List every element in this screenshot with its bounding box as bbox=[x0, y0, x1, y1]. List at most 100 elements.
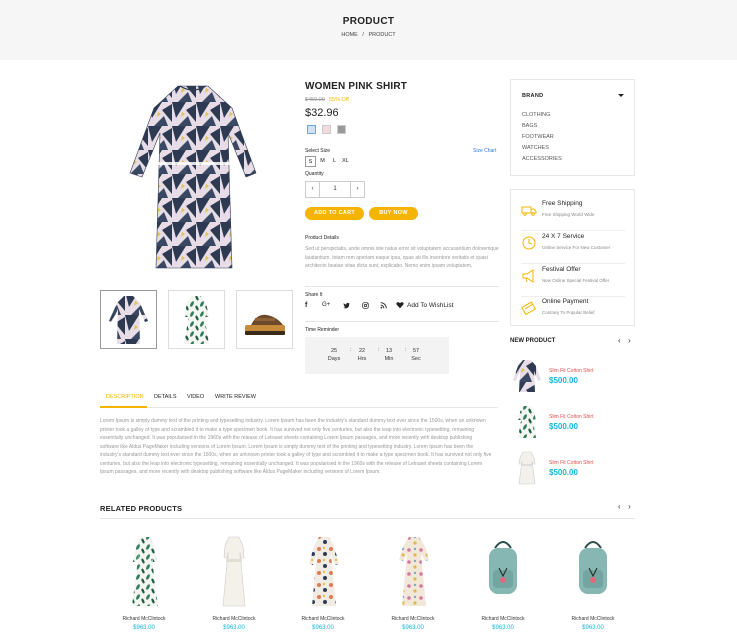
new-product-price-2: $500.00 bbox=[549, 422, 578, 431]
quantity-label: Quantity bbox=[305, 171, 324, 177]
countdown-days: 25 Days bbox=[327, 348, 341, 362]
tab-description[interactable]: DESCRIPTION bbox=[106, 394, 144, 400]
divider bbox=[305, 321, 499, 322]
related-product-name-2[interactable]: Richard McClintock bbox=[194, 616, 274, 622]
chevron-right-icon[interactable]: › bbox=[628, 502, 631, 511]
service-free-shipping: Free Shipping Free Shipping World Wide bbox=[521, 198, 625, 231]
quantity-decrease-icon[interactable]: ‹ bbox=[306, 182, 320, 197]
twitter-icon[interactable] bbox=[343, 302, 350, 311]
payment-card-icon bbox=[521, 301, 537, 316]
add-to-wishlist-link[interactable]: Add To WishList bbox=[407, 302, 453, 309]
support-clock-icon bbox=[522, 236, 536, 250]
product-price: $32.96 bbox=[305, 107, 339, 119]
thumbnail-2[interactable] bbox=[168, 290, 225, 349]
related-product-image-5[interactable] bbox=[483, 534, 523, 610]
truck-icon bbox=[521, 206, 537, 216]
countdown-hours: 22 Hrs bbox=[357, 348, 367, 362]
buy-now-button[interactable]: BUY NOW bbox=[369, 207, 418, 220]
thumbnail-3[interactable] bbox=[236, 290, 293, 349]
service-24x7: 24 X 7 Service Online Service For New Cu… bbox=[521, 231, 625, 264]
related-product-price-6: $963.00 bbox=[582, 625, 604, 631]
related-product-name-3[interactable]: Richard McClintock bbox=[283, 616, 363, 622]
time-reminder-label: Time Reminder bbox=[305, 327, 339, 333]
google-plus-icon[interactable]: G+ bbox=[322, 302, 330, 308]
rss-icon[interactable] bbox=[380, 302, 387, 311]
product-details-text: Sed ut perspiciatis, unde omnis iste nat… bbox=[305, 246, 499, 269]
services-panel: Free Shipping Free Shipping World Wide 2… bbox=[510, 189, 635, 326]
color-swatch-grey[interactable] bbox=[337, 125, 346, 134]
color-swatch-light-blue[interactable] bbox=[307, 125, 316, 134]
related-product-price-1: $963.00 bbox=[133, 625, 155, 631]
thumbnail-sandal bbox=[245, 314, 285, 335]
select-size-label: Select Size bbox=[305, 148, 331, 154]
brand-item-clothing[interactable]: CLOTHING bbox=[522, 112, 550, 118]
breadcrumb-home[interactable]: HOME bbox=[341, 32, 358, 38]
thumbnail-1[interactable] bbox=[100, 290, 157, 349]
countdown-timer: 25 Days : 22 Hrs : 13 Min : 57 Sec bbox=[305, 337, 449, 374]
new-product-price-1: $500.00 bbox=[549, 376, 578, 385]
tab-details[interactable]: DETAILS bbox=[154, 394, 177, 400]
brand-item-footwear[interactable]: FOOTWEAR bbox=[522, 134, 554, 140]
page-title: PRODUCT bbox=[342, 16, 395, 27]
thumbnail-dress-leaf bbox=[184, 296, 209, 344]
new-product-name-2[interactable]: Slim Fit Cotton Shirt bbox=[549, 414, 593, 420]
new-product-price-3: $500.00 bbox=[549, 468, 578, 477]
heart-icon[interactable] bbox=[396, 301, 404, 311]
related-product-name-4[interactable]: Richard McClintock bbox=[373, 616, 453, 622]
related-product-image-1[interactable] bbox=[125, 534, 165, 610]
brand-item-watches[interactable]: WATCHES bbox=[522, 145, 549, 151]
related-product-name-6[interactable]: Richard McClintock bbox=[553, 616, 633, 622]
add-to-cart-button[interactable]: ADD TO CART bbox=[305, 207, 364, 220]
product-details-label: Product Details bbox=[305, 235, 339, 241]
active-tab-underline bbox=[100, 406, 147, 408]
thumbnail-dress-geo bbox=[109, 296, 148, 344]
related-product-image-6[interactable] bbox=[573, 534, 613, 610]
related-product-name-1[interactable]: Richard McClintock bbox=[104, 616, 184, 622]
related-product-price-3: $963.00 bbox=[312, 625, 334, 631]
related-product-name-5[interactable]: Richard McClintock bbox=[463, 616, 543, 622]
brand-filter-panel: BRAND CLOTHING BAGS FOOTWEAR WATCHES ACC… bbox=[510, 79, 635, 176]
related-product-image-3[interactable] bbox=[304, 534, 344, 610]
brand-item-accessories[interactable]: ACCESSORIES bbox=[522, 156, 562, 162]
size-option-l[interactable]: L bbox=[329, 156, 340, 167]
new-product-image-1[interactable] bbox=[512, 358, 542, 394]
megaphone-icon bbox=[522, 269, 534, 283]
share-label: Share It bbox=[305, 292, 323, 298]
related-product-image-4[interactable] bbox=[394, 534, 434, 610]
color-swatch-pink[interactable] bbox=[322, 125, 331, 134]
new-product-image-3[interactable] bbox=[512, 450, 542, 486]
new-product-title: NEW PRODUCT bbox=[510, 338, 556, 344]
related-products-title: RELATED PRODUCTS bbox=[100, 504, 183, 513]
product-title: WOMEN PINK SHIRT bbox=[305, 81, 408, 92]
new-product-name-1[interactable]: Slim Fit Cotton Shirt bbox=[549, 368, 593, 374]
breadcrumb-current: PRODUCT bbox=[368, 32, 396, 38]
facebook-icon[interactable]: f bbox=[305, 302, 307, 309]
new-product-image-2[interactable] bbox=[512, 404, 542, 440]
divider bbox=[100, 518, 635, 519]
chevron-right-icon[interactable]: › bbox=[628, 336, 631, 345]
chevron-left-icon[interactable]: ‹ bbox=[618, 336, 621, 345]
main-product-image[interactable] bbox=[100, 78, 286, 274]
instagram-icon[interactable] bbox=[362, 302, 369, 311]
brand-item-bags[interactable]: BAGS bbox=[522, 123, 537, 129]
size-chart-link[interactable]: Size Chart bbox=[473, 148, 496, 154]
quantity-value[interactable]: 1 bbox=[320, 182, 350, 197]
breadcrumb: HOME / PRODUCT bbox=[341, 32, 396, 38]
size-option-m[interactable]: M bbox=[317, 156, 328, 167]
page-header: PRODUCT HOME / PRODUCT bbox=[0, 0, 737, 60]
quantity-stepper: ‹ 1 › bbox=[305, 181, 365, 198]
tab-bar-divider bbox=[100, 407, 498, 408]
tab-write-review[interactable]: WRITE REVIEW bbox=[215, 394, 256, 400]
brand-title[interactable]: BRAND bbox=[522, 93, 543, 99]
quantity-increase-icon[interactable]: › bbox=[350, 182, 364, 197]
related-product-image-2[interactable] bbox=[214, 534, 254, 610]
divider bbox=[305, 286, 499, 287]
new-product-name-3[interactable]: Slim Fit Cotton Shirt bbox=[549, 460, 593, 466]
size-option-s[interactable]: S bbox=[305, 156, 316, 167]
caret-down-icon[interactable] bbox=[618, 94, 624, 97]
size-option-xl[interactable]: XL bbox=[340, 156, 351, 167]
old-price: $459.00 bbox=[305, 97, 325, 103]
tab-video[interactable]: VIDEO bbox=[187, 394, 204, 400]
chevron-left-icon[interactable]: ‹ bbox=[618, 502, 621, 511]
countdown-seconds: 57 Sec bbox=[411, 348, 421, 362]
